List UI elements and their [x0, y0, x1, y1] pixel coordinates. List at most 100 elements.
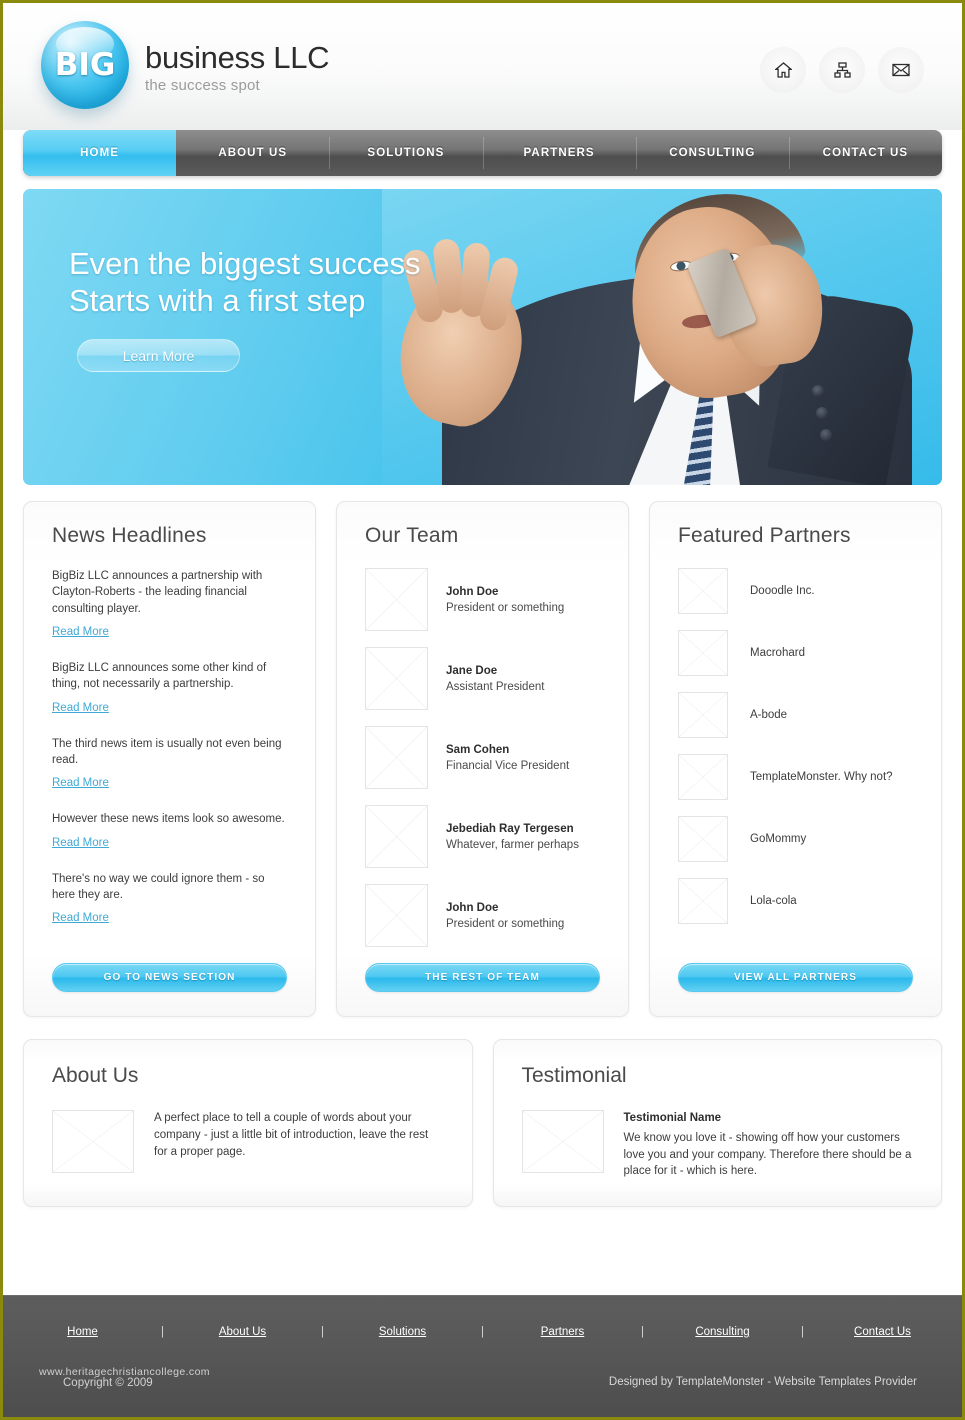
- team-member-photo-placeholder-icon: [365, 726, 428, 789]
- partners-title: Featured Partners: [678, 524, 851, 547]
- testimonial-panel: Testimonial Testimonial Name We know you…: [492, 1039, 942, 1208]
- news-text: BigBiz LLC announces a partnership with …: [52, 570, 263, 615]
- button-label: VIEW ALL PARTNERS: [734, 972, 857, 983]
- footer-separator: |: [161, 1326, 164, 1338]
- news-item: However these news items look so awesome…: [52, 811, 287, 850]
- nav-label: CONTACT US: [822, 147, 909, 159]
- list-item[interactable]: John Doe President or something: [365, 568, 600, 631]
- team-member-role: Financial Vice President: [446, 759, 570, 772]
- email-icon[interactable]: [878, 47, 924, 93]
- team-member-name: John Doe: [446, 585, 499, 598]
- hero-banner: Even the biggest success Starts with a f…: [23, 189, 942, 485]
- site-footer: Home | About Us | Solutions | Partners |…: [3, 1295, 962, 1417]
- list-item[interactable]: Dooodle Inc.: [678, 568, 913, 614]
- brand-title: business LLC: [145, 40, 330, 76]
- news-item: BigBiz LLC announces a partnership with …: [52, 568, 287, 640]
- logo-badge-text: BIG: [54, 47, 116, 83]
- partner-logo-placeholder-icon: [678, 878, 728, 924]
- nav-item-partners[interactable]: PARTNERS: [482, 130, 636, 176]
- partner-name: Lola-cola: [750, 895, 797, 907]
- team-member-photo-placeholder-icon: [365, 568, 428, 631]
- team-member-name: Jane Doe: [446, 664, 498, 677]
- bottom-panels: About Us A perfect place to tell a coupl…: [23, 1039, 942, 1208]
- logo-text-block: business LLC the success spot: [145, 36, 330, 94]
- news-item: The third news item is usually not even …: [52, 736, 287, 792]
- footer-separator: |: [481, 1326, 484, 1338]
- nav-item-contact-us[interactable]: CONTACT US: [788, 130, 942, 176]
- rest-of-team-button[interactable]: THE REST OF TEAM: [365, 963, 600, 992]
- read-more-link[interactable]: Read More: [52, 626, 109, 638]
- about-title: About Us: [52, 1064, 139, 1087]
- copyright-text: Copyright © 2009: [63, 1377, 153, 1389]
- partner-logo-placeholder-icon: [678, 754, 728, 800]
- content-columns: News Headlines BigBiz LLC announces a pa…: [23, 501, 942, 1017]
- featured-partners-card: Featured Partners Dooodle Inc. Macrohard…: [649, 501, 942, 1017]
- partner-name: TemplateMonster. Why not?: [750, 771, 893, 783]
- main-navigation: HOME ABOUT US SOLUTIONS PARTNERS CONSULT…: [23, 130, 942, 176]
- about-us-panel: About Us A perfect place to tell a coupl…: [23, 1039, 473, 1208]
- site-header: BIG business LLC the success spot: [3, 3, 962, 130]
- news-headlines-card: News Headlines BigBiz LLC announces a pa…: [23, 501, 316, 1017]
- news-text: However these news items look so awesome…: [52, 813, 285, 826]
- footer-link-consulting[interactable]: Consulting: [664, 1326, 782, 1338]
- nav-label: ABOUT US: [218, 147, 288, 159]
- list-item[interactable]: GoMommy: [678, 816, 913, 862]
- testimonial-image-placeholder-icon: [521, 1110, 604, 1173]
- footer-link-about-us[interactable]: About Us: [184, 1326, 302, 1338]
- partner-name: Dooodle Inc.: [750, 585, 815, 597]
- partner-logo-placeholder-icon: [678, 568, 728, 614]
- list-item[interactable]: Jane Doe Assistant President: [365, 647, 600, 710]
- team-member-role: Assistant President: [446, 680, 545, 693]
- team-member-name: John Doe: [446, 901, 499, 914]
- list-item[interactable]: John Doe President or something: [365, 884, 600, 947]
- nav-label: CONSULTING: [669, 147, 756, 159]
- team-member-photo-placeholder-icon: [365, 805, 428, 868]
- learn-more-label: Learn More: [122, 347, 195, 364]
- news-text: The third news item is usually not even …: [52, 737, 282, 766]
- read-more-link[interactable]: Read More: [52, 837, 109, 849]
- read-more-link[interactable]: Read More: [52, 702, 109, 714]
- footer-link-contact-us[interactable]: Contact Us: [824, 1326, 942, 1338]
- go-to-news-section-button[interactable]: GO TO NEWS SECTION: [52, 963, 287, 992]
- view-all-partners-button[interactable]: VIEW ALL PARTNERS: [678, 963, 913, 992]
- footer-navigation: Home | About Us | Solutions | Partners |…: [3, 1296, 962, 1338]
- news-item: There's no way we could ignore them - so…: [52, 871, 287, 927]
- nav-label: PARTNERS: [523, 147, 595, 159]
- team-member-name: Jebediah Ray Tergesen: [446, 822, 574, 835]
- nav-item-about-us[interactable]: ABOUT US: [176, 130, 329, 176]
- footer-link-partners[interactable]: Partners: [504, 1326, 622, 1338]
- partner-name: Macrohard: [750, 647, 805, 659]
- footer-link-home[interactable]: Home: [24, 1326, 142, 1338]
- home-icon[interactable]: [760, 47, 806, 93]
- footer-link-solutions[interactable]: Solutions: [344, 1326, 462, 1338]
- list-item[interactable]: TemplateMonster. Why not?: [678, 754, 913, 800]
- testimonial-text: We know you love it - showing off how yo…: [623, 1131, 912, 1178]
- partner-name: GoMommy: [750, 833, 807, 845]
- read-more-link[interactable]: Read More: [52, 912, 109, 924]
- footer-separator: |: [321, 1326, 324, 1338]
- sitemap-icon[interactable]: [819, 47, 865, 93]
- brand-tagline: the success spot: [145, 76, 260, 94]
- partner-logo-placeholder-icon: [678, 816, 728, 862]
- list-item[interactable]: Lola-cola: [678, 878, 913, 924]
- nav-item-home[interactable]: HOME: [23, 130, 177, 176]
- nav-label: SOLUTIONS: [367, 147, 445, 159]
- nav-item-solutions[interactable]: SOLUTIONS: [329, 130, 482, 176]
- list-item[interactable]: Macrohard: [678, 630, 913, 676]
- site-logo[interactable]: BIG business LLC the success spot: [41, 21, 330, 109]
- hero-headline: Even the biggest success Starts with a f…: [69, 246, 421, 319]
- team-member-role: Whatever, farmer perhaps: [446, 838, 579, 851]
- news-title: News Headlines: [52, 524, 207, 547]
- footer-separator: |: [801, 1326, 804, 1338]
- learn-more-button[interactable]: Learn More: [77, 339, 240, 372]
- hero-headline-line2: Starts with a first step: [69, 282, 366, 318]
- list-item[interactable]: Jebediah Ray Tergesen Whatever, farmer p…: [365, 805, 600, 868]
- designer-credit: Designed by TemplateMonster - Website Te…: [608, 1376, 917, 1388]
- page-root: BIG business LLC the success spot HOME A…: [3, 3, 962, 1417]
- read-more-link[interactable]: Read More: [52, 777, 109, 789]
- list-item[interactable]: Sam Cohen Financial Vice President: [365, 726, 600, 789]
- partner-logo-placeholder-icon: [678, 692, 728, 738]
- nav-item-consulting[interactable]: CONSULTING: [635, 130, 789, 176]
- list-item[interactable]: A-bode: [678, 692, 913, 738]
- team-title: Our Team: [365, 524, 459, 547]
